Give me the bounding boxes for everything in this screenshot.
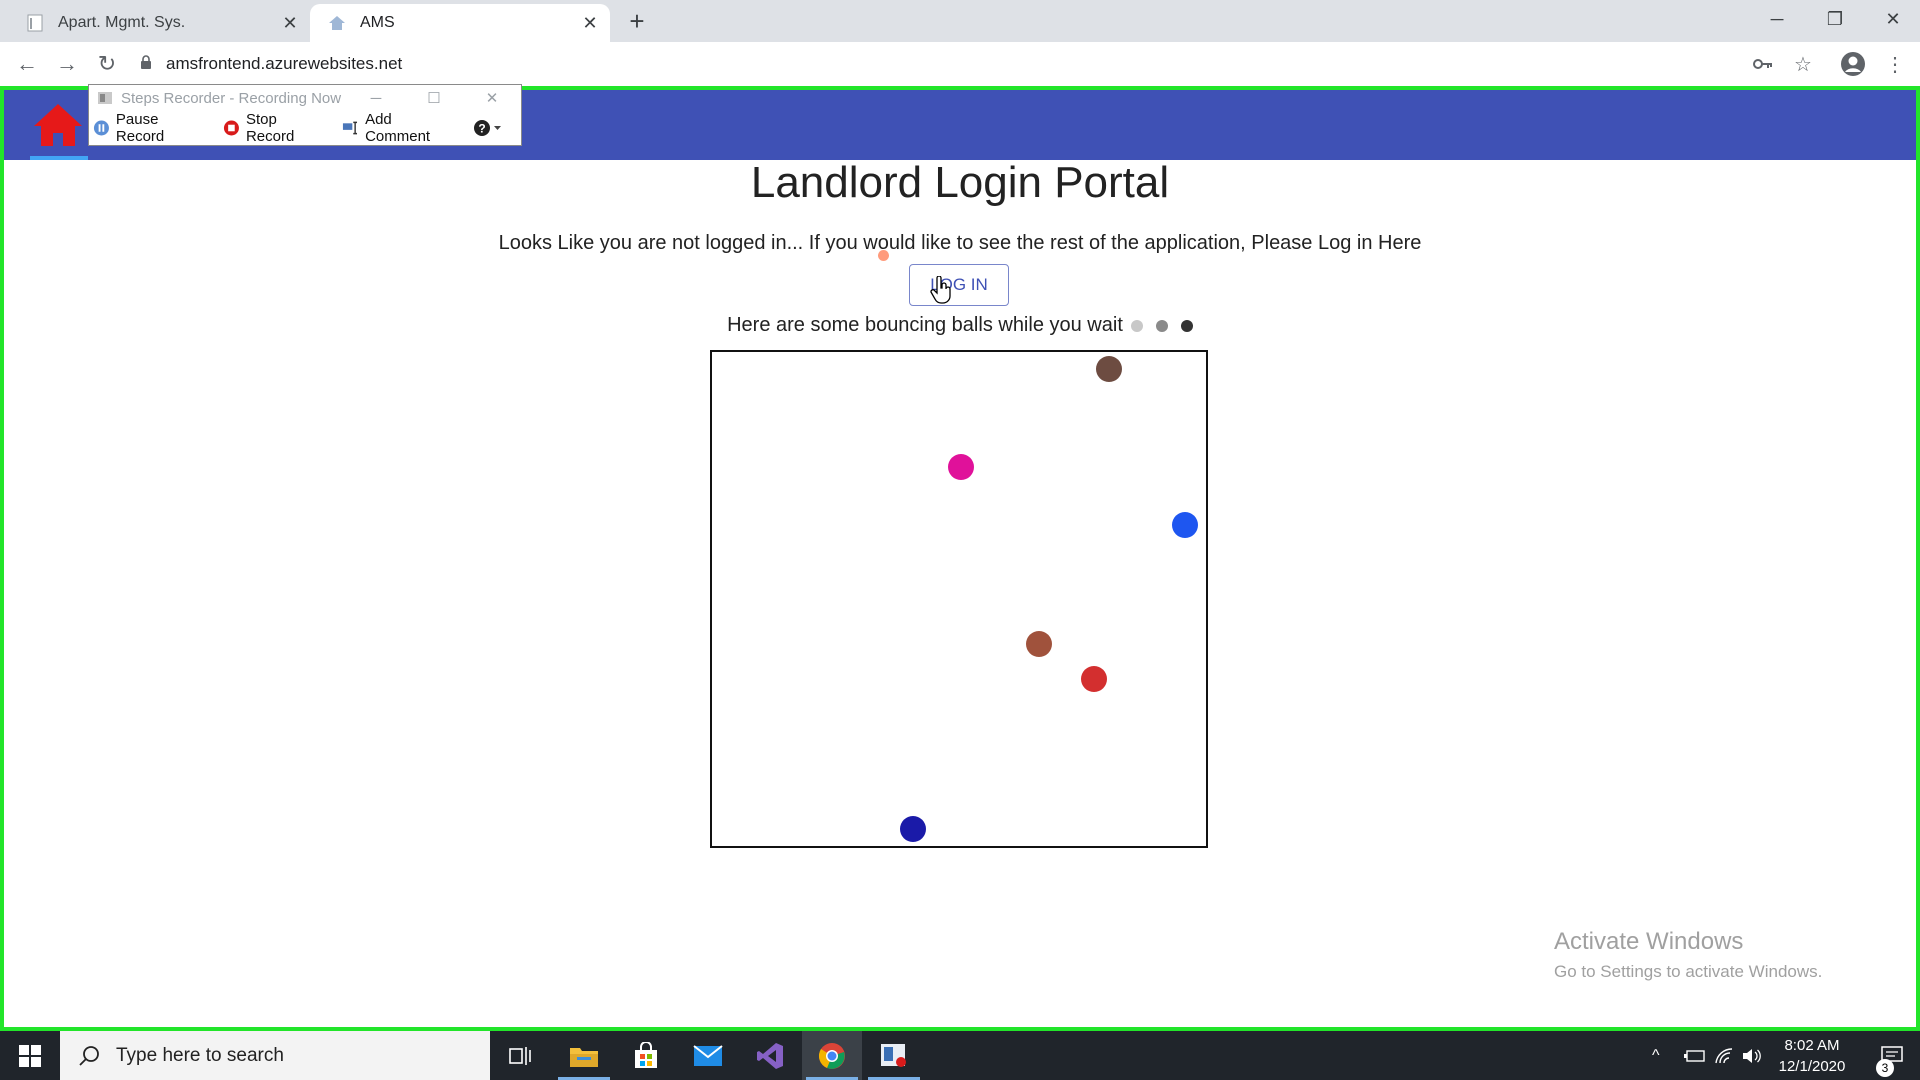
close-icon[interactable]: ✕	[463, 89, 521, 107]
loading-dot	[1130, 319, 1143, 332]
notification-count-badge: 3	[1876, 1059, 1894, 1077]
clock-date: 12/1/2020	[1778, 1058, 1846, 1075]
steps-recorder-commands: Pause Record Stop Record Add Comment ?	[89, 111, 521, 145]
pause-record-button[interactable]: Pause Record	[93, 111, 205, 145]
browser-toolbar: ← → ↻ amsfrontend.azurewebsites.net ☆ ⋮	[0, 42, 1920, 86]
start-button[interactable]	[0, 1031, 60, 1080]
page-viewport: Landlord Login Portal Looks Like you are…	[0, 86, 1920, 1031]
wait-line: Here are some bouncing balls while you w…	[4, 314, 1916, 337]
chrome-icon[interactable]	[802, 1031, 862, 1080]
hand-cursor-icon	[930, 276, 951, 304]
wifi-icon[interactable]	[1714, 1031, 1734, 1080]
click-marker	[878, 250, 889, 261]
add-comment-button[interactable]: Add Comment	[342, 111, 455, 145]
bouncing-ball	[1026, 631, 1052, 657]
minimize-window-icon[interactable]: ─	[1748, 0, 1806, 38]
bouncing-ball	[1081, 666, 1107, 692]
steps-recorder-titlebar[interactable]: Steps Recorder - Recording Now ─ ☐ ✕	[89, 85, 521, 111]
document-icon	[26, 14, 44, 32]
loading-dot	[1155, 319, 1168, 332]
search-placeholder: Type here to search	[116, 1044, 284, 1066]
login-button[interactable]: LOG IN	[909, 264, 1009, 306]
bouncing-ball	[900, 816, 926, 842]
stop-icon	[224, 120, 240, 136]
pause-icon	[93, 120, 109, 136]
new-tab-button[interactable]: +	[622, 6, 652, 36]
close-tab-icon[interactable]: ✕	[576, 9, 604, 37]
forward-arrow-icon[interactable]: →	[52, 49, 82, 79]
wait-text: Here are some bouncing balls while you w…	[727, 314, 1123, 336]
bouncing-ball	[948, 454, 974, 480]
activate-windows-watermark: Activate Windows Go to Settings to activ…	[1554, 928, 1822, 982]
svg-text:?: ?	[478, 122, 485, 136]
file-explorer-icon[interactable]	[554, 1031, 614, 1080]
stop-record-button[interactable]: Stop Record	[223, 111, 324, 145]
close-tab-icon[interactable]: ✕	[276, 9, 304, 37]
home-favicon-icon	[328, 14, 346, 32]
key-icon[interactable]	[1748, 49, 1778, 79]
back-arrow-icon[interactable]: ←	[12, 49, 42, 79]
lock-icon	[140, 54, 152, 74]
taskbar-clock[interactable]: 8:02 AM 12/1/2020	[1768, 1035, 1856, 1077]
show-hidden-icons[interactable]: ^	[1652, 1031, 1660, 1080]
steps-recorder-window: Steps Recorder - Recording Now ─ ☐ ✕ Pau…	[88, 84, 522, 146]
tab-label: Apart. Mgmt. Sys.	[58, 14, 186, 31]
login-message: Looks Like you are not logged in... If y…	[498, 232, 1422, 254]
bouncing-ball	[1096, 356, 1122, 382]
restore-window-icon[interactable]: ❐	[1806, 0, 1864, 38]
bookmark-star-icon[interactable]: ☆	[1788, 49, 1818, 79]
browser-tab-strip: Apart. Mgmt. Sys. ✕ AMS ✕ + ─ ❐ ✕	[0, 0, 1920, 42]
address-bar[interactable]: amsfrontend.azurewebsites.net	[140, 46, 402, 82]
bouncing-ball	[1172, 512, 1198, 538]
watermark-line1: Activate Windows	[1554, 928, 1744, 955]
bouncing-balls-box	[710, 350, 1208, 848]
volume-icon[interactable]	[1742, 1031, 1762, 1080]
url-text: amsfrontend.azurewebsites.net	[166, 54, 403, 73]
tab-ams[interactable]: AMS ✕	[310, 4, 610, 42]
taskbar-search[interactable]: Type here to search	[60, 1031, 490, 1080]
close-window-icon[interactable]: ✕	[1864, 0, 1920, 38]
loading-dot	[1180, 319, 1193, 332]
tab-apart-mgmt[interactable]: Apart. Mgmt. Sys. ✕	[8, 4, 310, 42]
stop-record-label: Stop Record	[245, 111, 295, 145]
mail-icon[interactable]	[678, 1031, 738, 1080]
home-icon[interactable]	[32, 102, 84, 148]
minimize-icon[interactable]: ─	[347, 90, 405, 107]
steps-recorder-title: Steps Recorder - Recording Now	[121, 89, 342, 107]
task-view-icon[interactable]	[490, 1031, 550, 1080]
windows-taskbar: Type here to search ^ 8:02 AM 12/1/2020 …	[0, 1031, 1920, 1080]
visual-studio-icon[interactable]	[740, 1031, 800, 1080]
help-menu-button[interactable]: ?	[473, 119, 503, 137]
watermark-line2: Go to Settings to activate Windows.	[1554, 962, 1823, 981]
reload-icon[interactable]: ↻	[92, 49, 122, 79]
clock-time: 8:02 AM	[1784, 1037, 1840, 1054]
windows-logo-icon	[19, 1044, 41, 1067]
help-icon: ?	[474, 120, 502, 136]
add-comment-label: Add Comment	[365, 111, 431, 145]
tab-label: AMS	[360, 14, 395, 31]
battery-icon[interactable]	[1684, 1031, 1706, 1080]
page-title: Landlord Login Portal	[750, 158, 1170, 207]
steps-recorder-icon	[98, 92, 112, 104]
pause-record-label: Pause Record	[115, 111, 165, 145]
maximize-icon[interactable]: ☐	[405, 89, 463, 107]
more-menu-icon[interactable]: ⋮	[1880, 49, 1910, 79]
microsoft-store-icon[interactable]	[616, 1031, 676, 1080]
search-icon	[79, 1045, 99, 1066]
comment-icon	[343, 121, 358, 135]
steps-recorder-taskbar-icon[interactable]	[864, 1031, 924, 1080]
profile-avatar-icon[interactable]	[1838, 49, 1868, 79]
